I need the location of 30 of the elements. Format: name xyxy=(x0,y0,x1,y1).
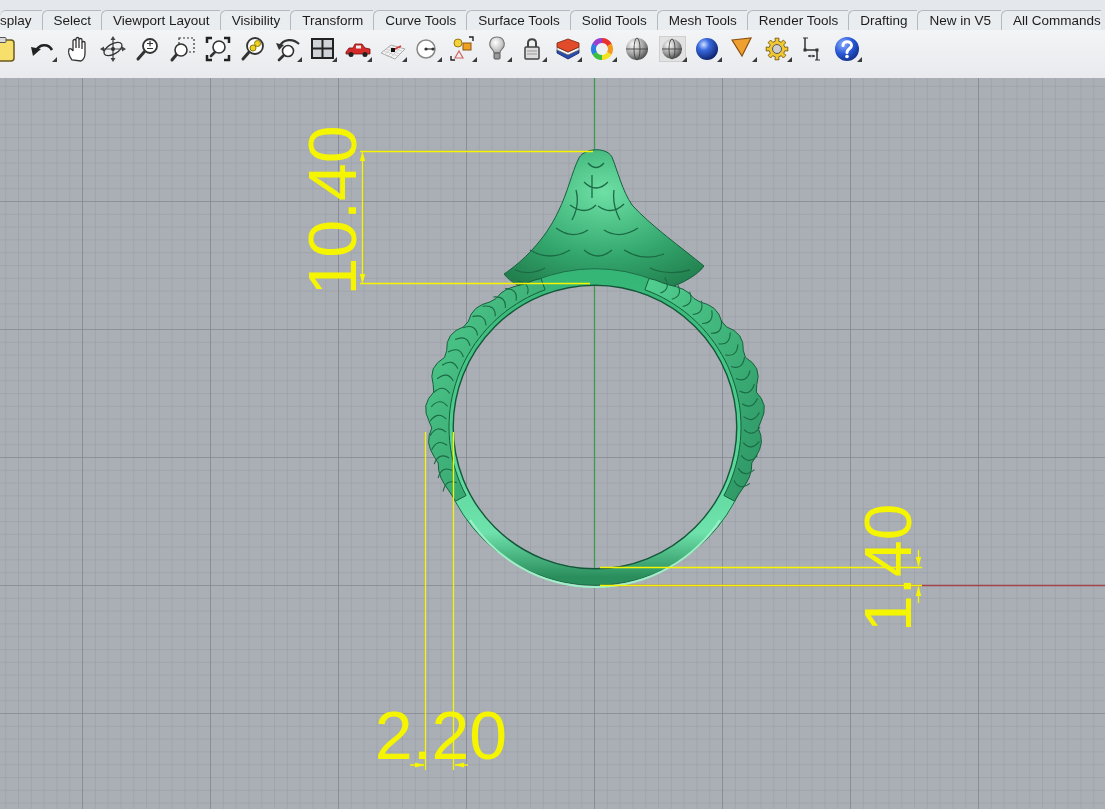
tab[interactable]: New in V5 xyxy=(917,10,1001,30)
dimension-text: 1.40 xyxy=(864,503,914,632)
four-panes-icon[interactable] xyxy=(309,35,337,63)
tab[interactable]: Visibility xyxy=(219,10,291,30)
magnifier-corners-icon[interactable] xyxy=(204,35,232,63)
layers-icon[interactable] xyxy=(554,35,582,63)
color-wheel-icon[interactable] xyxy=(589,35,617,63)
tab[interactable]: All Commands xyxy=(1001,10,1101,30)
orbit-icon[interactable] xyxy=(99,35,127,63)
tab[interactable]: Solid Tools xyxy=(569,10,657,30)
tab[interactable]: Curve Tools xyxy=(373,10,467,30)
tab[interactable]: Surface Tools xyxy=(466,10,570,30)
magnifier-dashed-square-icon[interactable] xyxy=(169,35,197,63)
gear-icon[interactable] xyxy=(764,35,792,63)
glossy-sphere-icon[interactable] xyxy=(694,35,722,63)
dimension-text: 10.40 xyxy=(307,124,358,296)
sphere-grid-icon[interactable] xyxy=(659,35,687,63)
tab[interactable]: Drafting xyxy=(848,10,918,30)
clipboard-icon[interactable] xyxy=(0,35,16,63)
dimension-line xyxy=(915,549,922,604)
tab[interactable]: Viewport Layout xyxy=(101,10,220,30)
shapes-icon[interactable] xyxy=(449,35,477,63)
tab[interactable]: Select xyxy=(41,10,102,30)
help-icon[interactable] xyxy=(834,35,862,63)
tab[interactable]: Mesh Tools xyxy=(656,10,747,30)
tab[interactable]: Render Tools xyxy=(746,10,849,30)
tab[interactable]: splay xyxy=(0,10,42,30)
tab[interactable]: Transform xyxy=(290,10,374,30)
magnifier-dots-icon[interactable] xyxy=(239,35,267,63)
triangle-icon[interactable] xyxy=(729,35,757,63)
